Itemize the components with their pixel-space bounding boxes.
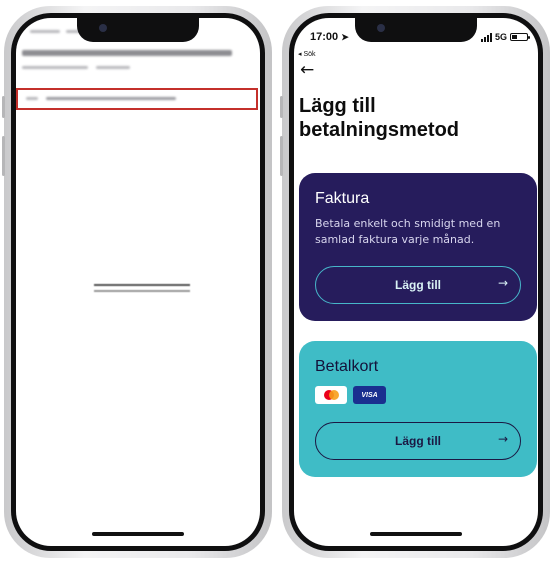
arrow-right-icon: → xyxy=(497,276,508,290)
home-indicator xyxy=(370,532,462,536)
highlighted-link-row[interactable] xyxy=(16,88,258,110)
status-time: 17:00 ➤ xyxy=(310,31,349,43)
right-phone: 17:00 ➤ 5G ◂ Sök ← Lägg till betalningsm… xyxy=(280,6,550,558)
back-arrow-icon[interactable]: ← xyxy=(300,62,314,79)
network-label: 5G xyxy=(494,32,507,42)
camera-icon xyxy=(377,24,385,32)
battery-icon xyxy=(510,33,530,41)
mastercard-icon xyxy=(315,386,347,404)
phone-side-button xyxy=(2,96,5,118)
notch xyxy=(355,18,477,42)
invoice-card-title: Faktura xyxy=(315,190,370,207)
invoice-card-description: Betala enkelt och smidigt med en samlad … xyxy=(315,217,501,246)
blurred-link[interactable] xyxy=(46,97,176,100)
left-screen xyxy=(16,18,260,546)
page-title: Lägg till betalningsmetod xyxy=(299,95,460,141)
camera-icon xyxy=(99,24,107,32)
status-right: 5G xyxy=(480,32,530,42)
blurred-text xyxy=(26,97,38,100)
add-invoice-button-label: Lägg till xyxy=(395,278,441,292)
location-icon: ➤ xyxy=(341,32,349,42)
home-indicator xyxy=(92,532,184,536)
add-payment-card-button[interactable]: Lägg till → xyxy=(315,422,521,460)
blurred-text xyxy=(30,30,60,33)
signal-icon xyxy=(480,32,492,42)
left-phone xyxy=(2,6,272,558)
add-invoice-button[interactable]: Lägg till → xyxy=(315,266,521,304)
add-payment-card-button-label: Lägg till xyxy=(395,434,441,448)
blurred-text xyxy=(96,66,130,69)
phone-bezel: 17:00 ➤ 5G ◂ Sök ← Lägg till betalningsm… xyxy=(289,13,543,551)
phone-side-button xyxy=(280,136,283,176)
right-screen: 17:00 ➤ 5G ◂ Sök ← Lägg till betalningsm… xyxy=(294,18,538,546)
phone-bezel xyxy=(11,13,265,551)
phone-side-button xyxy=(280,96,283,118)
payment-card-title: Betalkort xyxy=(315,358,379,375)
loading-indicator xyxy=(94,284,190,296)
card-logos: VISA xyxy=(315,386,521,404)
phone-side-button xyxy=(2,136,5,176)
visa-icon: VISA xyxy=(353,386,386,404)
arrow-right-icon: → xyxy=(497,432,508,446)
blurred-text xyxy=(22,66,88,69)
invoice-card: Faktura Betala enkelt och smidigt med en… xyxy=(299,173,537,321)
blurred-heading xyxy=(22,50,232,56)
payment-card-card: Betalkort VISA Lägg till → xyxy=(299,341,537,477)
back-to-app-link[interactable]: ◂ Sök xyxy=(298,50,316,58)
notch xyxy=(77,18,199,42)
